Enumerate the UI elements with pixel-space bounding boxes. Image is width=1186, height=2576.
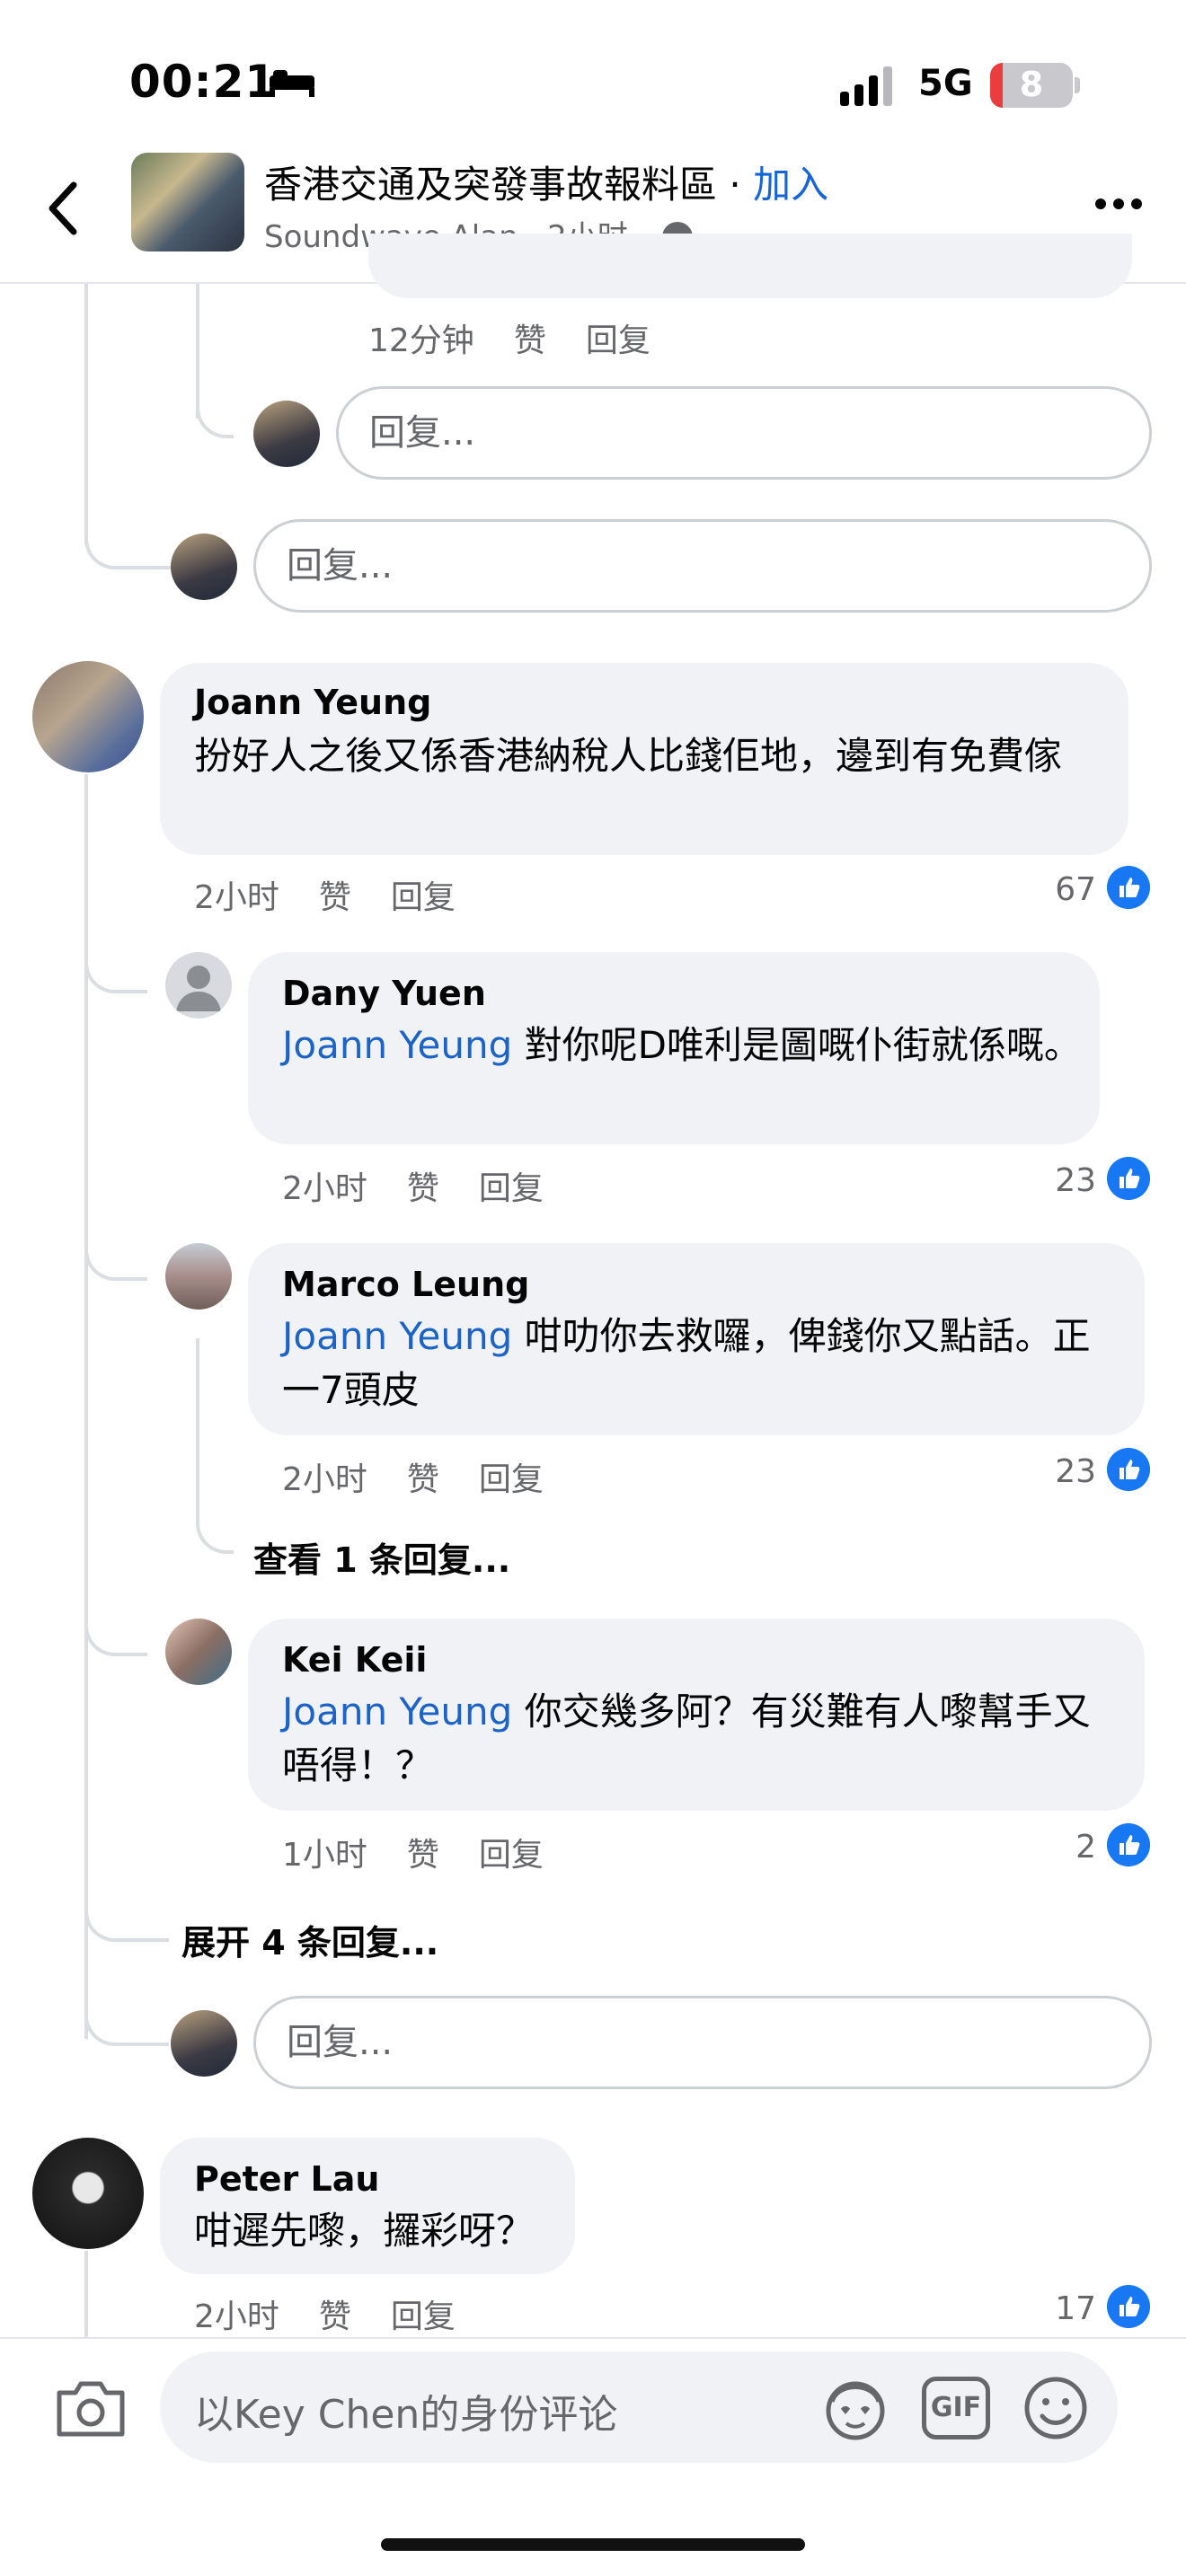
join-button[interactable]: 加入 [753, 163, 828, 207]
commenter-avatar[interactable] [165, 1619, 232, 1685]
thread-connector [196, 359, 234, 438]
reply-input[interactable]: 回复... [253, 519, 1152, 613]
commenter-name[interactable]: Kei Keii [282, 1640, 427, 1680]
avatar-sticker-icon[interactable] [821, 2375, 890, 2443]
commenter-name[interactable]: Dany Yuen [282, 974, 486, 1013]
mention-tag[interactable]: Joann Yeung [282, 1314, 512, 1358]
gif-icon[interactable]: GIF [922, 2377, 990, 2439]
like-link[interactable]: 赞 [319, 2298, 351, 2335]
commenter-avatar[interactable] [32, 661, 144, 772]
reply-link[interactable]: 回复 [479, 1461, 544, 1498]
thread-connector [84, 467, 174, 569]
like-icon [1107, 1448, 1150, 1491]
expand-replies[interactable]: 展开 4 条回复... [181, 1915, 438, 1964]
cellular-signal-icon [840, 66, 892, 106]
comment-text: 咁遲先嚟，攞彩呀？ [194, 2209, 535, 2253]
group-title[interactable]: 香港交通及突發事故報料區 · 加入 [264, 154, 828, 209]
reply-link[interactable]: 回复 [391, 879, 456, 916]
like-icon [1107, 2285, 1150, 2328]
reply-link[interactable]: 回复 [391, 2298, 456, 2335]
like-count[interactable]: 17 [1015, 2290, 1096, 2327]
comment-time: 2小时 [282, 1170, 367, 1207]
camera-icon[interactable] [54, 2377, 128, 2439]
comment-meta: 1小时 赞 回复 [282, 1829, 583, 1875]
like-count[interactable]: 2 [1015, 1829, 1096, 1866]
comment-meta: 2小时 赞 回复 [282, 1453, 583, 1500]
status-time: 00:21 [129, 56, 278, 108]
comment-meta: 2小时 赞 回复 [194, 871, 495, 918]
thread-connector [84, 931, 147, 993]
group-avatar[interactable] [131, 153, 244, 251]
comment-placeholder[interactable]: 以Key Chen的身份评论 [194, 2382, 617, 2439]
like-count[interactable]: 23 [1015, 1453, 1096, 1490]
commenter-avatar[interactable] [32, 2138, 144, 2249]
comment-time: 2小时 [282, 1461, 367, 1498]
like-link[interactable]: 赞 [407, 1461, 439, 1498]
reply-input[interactable]: 回复... [253, 1996, 1152, 2089]
like-link[interactable]: 赞 [407, 1837, 439, 1874]
like-count[interactable]: 67 [1015, 871, 1096, 908]
battery-tip [1075, 77, 1080, 93]
comment-text: Joann Yeung 咁叻你去救囉，俾錢你又點話。正一7頭皮 [282, 1310, 1127, 1417]
like-link[interactable]: 赞 [319, 879, 351, 916]
like-count[interactable]: 23 [1015, 1162, 1096, 1199]
mention-tag[interactable]: Joann Yeung [282, 1689, 512, 1734]
thread-line [84, 2251, 88, 2337]
like-icon [1107, 866, 1150, 909]
home-indicator [381, 2538, 805, 2551]
user-avatar [171, 534, 237, 600]
commenter-avatar[interactable] [165, 1243, 232, 1310]
comment-meta: 12分钟 赞 回复 [368, 314, 690, 361]
user-avatar [253, 401, 320, 467]
comment-meta: 2小时 赞 回复 [194, 2290, 495, 2337]
like-icon [1107, 1823, 1150, 1866]
sleep-focus-icon [270, 70, 314, 97]
title-separator: · [717, 163, 754, 207]
like-link[interactable]: 赞 [514, 322, 546, 359]
thread-connector [196, 1478, 234, 1554]
comment-text: 扮好人之後又係香港納稅人比錢佢地，邊到有免費傢 [194, 734, 1063, 778]
battery-percent: 8 [1019, 65, 1044, 104]
emoji-icon[interactable] [1022, 2375, 1089, 2441]
commenter-name[interactable]: Marco Leung [282, 1265, 529, 1304]
view-more-replies[interactable]: 查看 1 条回复... [253, 1532, 510, 1582]
thread-connector [84, 1599, 147, 1656]
reply-input[interactable]: 回复... [336, 386, 1152, 480]
thread-line [196, 1338, 199, 1500]
composer-divider [0, 2337, 1186, 2339]
mention-tag[interactable]: Joann Yeung [282, 1023, 512, 1067]
comment-time: 1小时 [282, 1837, 367, 1874]
group-name[interactable]: 香港交通及突發事故報料區 [264, 163, 717, 207]
comment-meta: 2小时 赞 回复 [282, 1162, 583, 1209]
more-icon[interactable] [1094, 198, 1143, 210]
comment-text: Joann Yeung 對你呢D唯利是圖嘅仆街就係嘅。 [282, 1019, 1082, 1072]
thread-connector [84, 1886, 169, 1942]
back-icon[interactable] [45, 180, 81, 237]
comment-text: Joann Yeung 你交幾多阿？有災難有人嚟幫手又唔得！？ [282, 1685, 1127, 1793]
comment-time: 2小时 [194, 879, 279, 916]
thread-connector [84, 1222, 147, 1281]
like-link[interactable]: 赞 [407, 1170, 439, 1207]
commenter-name[interactable]: Joann Yeung [194, 683, 431, 722]
commenter-avatar[interactable] [165, 952, 232, 1019]
thread-connector [84, 1976, 169, 2046]
reply-link[interactable]: 回复 [479, 1170, 544, 1207]
reply-link[interactable]: 回复 [479, 1837, 544, 1874]
previous-comment-bubble [368, 234, 1132, 298]
reply-link[interactable]: 回复 [586, 322, 651, 359]
comment-time: 12分钟 [368, 322, 474, 359]
network-type: 5G [918, 63, 973, 104]
like-icon [1107, 1157, 1150, 1200]
comment-time: 2小时 [194, 2298, 279, 2335]
user-avatar [171, 2010, 237, 2077]
commenter-name[interactable]: Peter Lau [194, 2159, 379, 2199]
reply-body: 對你呢D唯利是圖嘅仆街就係嘅。 [512, 1023, 1082, 1067]
